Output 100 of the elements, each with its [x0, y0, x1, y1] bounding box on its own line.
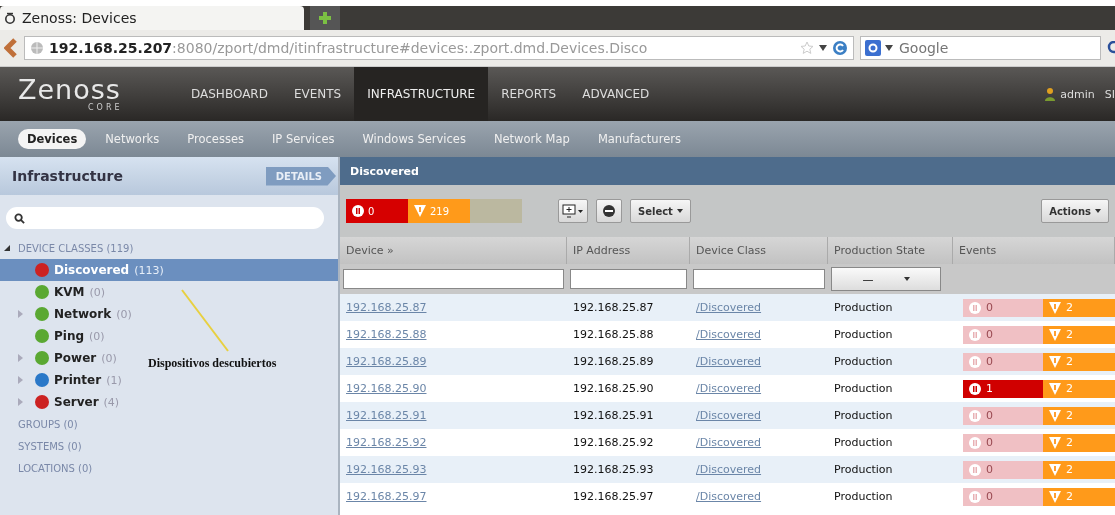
critical-events[interactable]: 0 — [963, 325, 1043, 344]
globe-icon — [30, 41, 44, 55]
nav-tab[interactable]: INFRASTRUCTURE — [354, 67, 489, 121]
search-icon — [14, 212, 25, 224]
device-link[interactable]: 192.168.25.97 — [346, 490, 427, 503]
warning-events[interactable]: 2 — [1043, 352, 1115, 371]
device-link[interactable]: 192.168.25.88 — [346, 328, 427, 341]
filter-field[interactable] — [6, 207, 324, 229]
table-cell: Production — [834, 355, 893, 368]
tree-item[interactable]: Network (0) — [0, 303, 138, 325]
column-header[interactable]: Events — [953, 237, 1115, 264]
dropdown-icon[interactable] — [885, 45, 893, 51]
critical-events[interactable]: 1 — [963, 379, 1043, 398]
warning-events[interactable]: 2 — [1043, 433, 1115, 452]
warning-icon — [1049, 463, 1061, 476]
add-device-button[interactable] — [558, 199, 588, 223]
device-link[interactable]: 192.168.25.87 — [346, 301, 427, 314]
star-icon[interactable] — [800, 41, 814, 55]
expand-icon[interactable] — [18, 376, 23, 384]
subnav-tab[interactable]: Windows Services — [353, 129, 475, 149]
filter-field[interactable] — [570, 269, 687, 289]
table-cell: 192.168.25.88 — [573, 328, 654, 341]
device-class-link[interactable]: /Discovered — [696, 436, 762, 449]
sign-out-link[interactable]: SI — [1104, 87, 1115, 101]
caret-icon — [903, 277, 910, 281]
tree-section[interactable]: SYSTEMS (0) — [18, 440, 82, 452]
device-link[interactable]: 192.168.25.92 — [346, 436, 427, 449]
subnav-tab[interactable]: IP Services — [262, 129, 344, 149]
reload-icon[interactable] — [832, 40, 848, 56]
nav-tab[interactable]: ADVANCED — [569, 67, 663, 121]
back-icon[interactable] — [4, 38, 18, 58]
critical-events[interactable]: 0 — [963, 487, 1043, 506]
search-engine-icon[interactable] — [865, 40, 881, 56]
warning-events[interactable]: 2 — [1043, 487, 1115, 506]
nav-tab[interactable]: REPORTS — [488, 67, 570, 121]
critical-events[interactable]: 0 — [963, 406, 1043, 425]
warning-events[interactable]: 2 — [1043, 325, 1115, 344]
search-field[interactable]: Google — [860, 36, 1101, 60]
table-cell: Production — [834, 328, 893, 341]
tree-item[interactable]: Printer (1) — [0, 369, 128, 391]
actions-button[interactable]: Actions — [1041, 199, 1109, 223]
subnav-tab[interactable]: Manufacturers — [588, 129, 690, 149]
filter-field[interactable] — [693, 269, 825, 289]
warning-icon — [1049, 409, 1061, 422]
warning-events[interactable]: 2 — [1043, 379, 1115, 398]
device-link[interactable]: 192.168.25.93 — [346, 463, 427, 476]
subnav-tab[interactable]: Network Map — [484, 129, 579, 149]
critical-events[interactable]: 0 — [963, 460, 1043, 479]
table-cell: 192.168.25.89 — [573, 355, 654, 368]
device-class-link[interactable]: /Discovered — [696, 382, 762, 395]
subnav-tab[interactable]: Devices — [18, 129, 87, 149]
column-header[interactable]: Device » — [340, 237, 567, 264]
tree-section[interactable]: GROUPS (0) — [18, 418, 78, 430]
remove-button[interactable] — [596, 199, 622, 223]
warning-events[interactable]: 2 — [1043, 298, 1115, 317]
logo: Zenoss — [18, 76, 122, 103]
filter-field[interactable] — [343, 269, 564, 289]
device-link[interactable]: 192.168.25.89 — [346, 355, 427, 368]
expand-icon[interactable] — [18, 354, 23, 362]
subnav-tab[interactable]: Processes — [178, 129, 253, 149]
critical-events[interactable]: 0 — [963, 352, 1043, 371]
new-tab-button[interactable] — [310, 6, 340, 30]
tree-item[interactable]: Discovered (113) — [0, 259, 338, 281]
expand-icon[interactable] — [18, 310, 23, 318]
nav-tab[interactable]: DASHBOARD — [178, 67, 281, 121]
tree-item[interactable]: Ping (0) — [0, 325, 111, 347]
tree-item[interactable]: KVM (0) — [0, 281, 112, 303]
tree-item[interactable]: Server (4) — [0, 391, 126, 413]
details-button[interactable]: DETAILS — [265, 166, 336, 186]
expand-icon[interactable] — [18, 398, 23, 406]
column-header[interactable]: IP Address — [567, 237, 690, 264]
critical-icon — [969, 328, 981, 341]
device-class-link[interactable]: /Discovered — [696, 490, 762, 503]
warning-events[interactable]: 2 — [1043, 460, 1115, 479]
critical-events[interactable]: 0 — [963, 433, 1043, 452]
search-icon[interactable] — [1107, 41, 1115, 55]
select-button[interactable]: Select — [630, 199, 691, 223]
critical-count[interactable]: 0 — [346, 199, 408, 223]
tree-section[interactable]: DEVICE CLASSES (119) — [18, 242, 134, 254]
tree-section[interactable]: LOCATIONS (0) — [18, 462, 93, 474]
warning-events[interactable]: 2 — [1043, 406, 1115, 425]
annotation-text: Dispositivos descubiertos — [148, 356, 277, 371]
collapse-icon[interactable] — [4, 245, 10, 251]
state-dropdown[interactable]: — — [831, 267, 941, 291]
dropdown-icon[interactable] — [819, 45, 827, 51]
critical-events[interactable]: 0 — [963, 298, 1043, 317]
critical-icon — [969, 463, 981, 476]
warning-count[interactable]: 219 — [408, 199, 470, 223]
user-name[interactable]: admin — [1060, 87, 1095, 101]
browser-tab[interactable]: Zenoss: Devices — [0, 6, 304, 30]
device-class-link[interactable]: /Discovered — [696, 328, 762, 341]
device-link[interactable]: 192.168.25.91 — [346, 409, 427, 422]
column-header[interactable]: Production State — [828, 237, 953, 264]
critical-icon — [969, 436, 981, 449]
column-header[interactable]: Device Class — [690, 237, 828, 264]
device-link[interactable]: 192.168.25.90 — [346, 382, 427, 395]
nav-tab[interactable]: EVENTS — [280, 67, 355, 121]
url-field[interactable]: 192.168.25.207:8080/zport/dmd/itinfrastructure#devices:.zport.dmd.Devices.Disco — [24, 36, 854, 60]
tree-item[interactable]: Power (0) — [0, 347, 123, 369]
subnav-tab[interactable]: Networks — [96, 129, 169, 149]
